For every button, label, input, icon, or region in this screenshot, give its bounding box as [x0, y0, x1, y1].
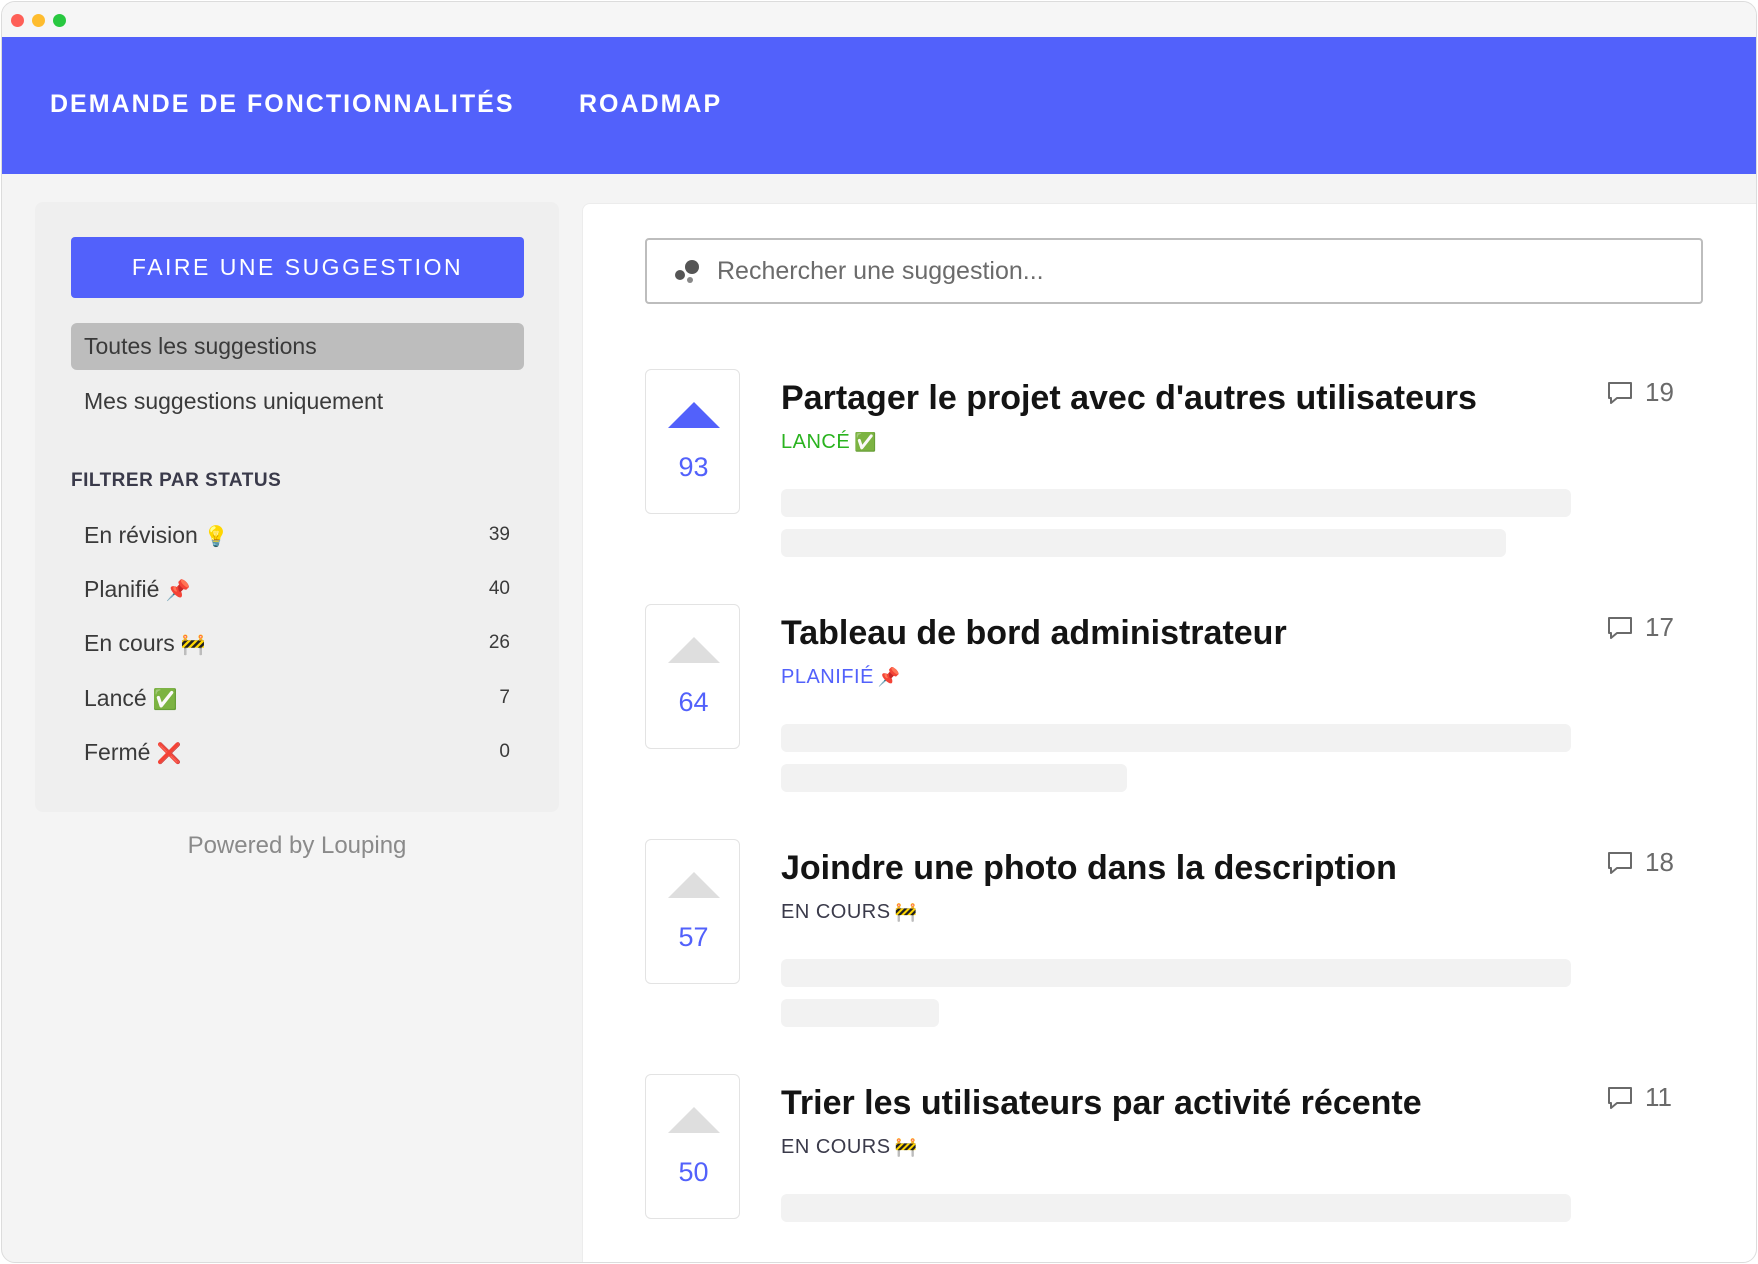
pushpin-icon: 📌 [165, 579, 191, 602]
cross-mark-icon: ❌ [156, 742, 182, 765]
upvote-button[interactable]: 64 [645, 604, 740, 749]
suggestion-card[interactable]: 93 Partager le projet avec d'autres util… [645, 369, 1745, 569]
search-icon [673, 256, 703, 286]
description-placeholder [781, 489, 1571, 517]
status-text: EN COURS [781, 1136, 891, 1158]
my-suggestions-item[interactable]: Mes suggestions uniquement [71, 378, 524, 425]
suggestion-card[interactable]: 50 Trier les utilisateurs par activité r… [645, 1074, 1745, 1262]
comment-icon [1608, 851, 1632, 874]
status-badge: EN COURS 🚧 [781, 1136, 918, 1159]
status-badge: LANCÉ ✅ [781, 431, 877, 454]
description-placeholder [781, 764, 1127, 792]
comment-count-value: 18 [1645, 847, 1674, 877]
construction-icon: 🚧 [894, 1137, 918, 1157]
status-count: 39 [488, 524, 510, 545]
status-count: 26 [488, 632, 510, 653]
suggestion-title[interactable]: Tableau de bord administrateur [781, 614, 1287, 653]
description-placeholder [781, 959, 1571, 987]
check-mark-icon: ✅ [854, 432, 878, 452]
description-placeholder [781, 724, 1571, 752]
status-filter-in-review[interactable]: En révision 💡 39 [84, 515, 510, 555]
status-filter-in-progress[interactable]: En cours 🚧 26 [84, 623, 510, 663]
vote-count: 50 [678, 1157, 709, 1187]
status-text: LANCÉ [781, 431, 851, 453]
check-mark-icon: ✅ [152, 688, 178, 711]
status-label: Fermé [84, 738, 151, 765]
status-badge: PLANIFIÉ 📌 [781, 666, 901, 689]
filter-by-status-heading: FILTRER PAR STATUS [71, 470, 282, 491]
comment-icon [1608, 381, 1632, 404]
search-input[interactable] [715, 255, 1619, 287]
nav-roadmap[interactable]: ROADMAP [579, 90, 722, 119]
upvote-button[interactable]: 57 [645, 839, 740, 984]
comment-count[interactable]: 19 [1607, 377, 1674, 408]
maximize-window-button[interactable] [53, 14, 66, 27]
comment-count-value: 17 [1645, 612, 1674, 642]
search-box[interactable] [645, 238, 1703, 304]
upvote-arrow-icon [668, 872, 720, 898]
sidebar: FAIRE UNE SUGGESTION Toutes les suggesti… [35, 202, 559, 812]
app-window: DEMANDE DE FONCTIONNALITÉS ROADMAP FAIRE… [1, 1, 1757, 1263]
suggestion-card[interactable]: 57 Joindre une photo dans la description… [645, 839, 1745, 1039]
status-filter-launched[interactable]: Lancé ✅ 7 [84, 678, 510, 718]
status-text: PLANIFIÉ [781, 666, 874, 688]
upvote-arrow-icon [668, 402, 720, 428]
suggestion-title[interactable]: Partager le projet avec d'autres utilisa… [781, 379, 1477, 418]
pushpin-icon: 📌 [877, 667, 901, 687]
status-text: EN COURS [781, 901, 891, 923]
suggestions-panel: 93 Partager le projet avec d'autres util… [582, 203, 1756, 1262]
all-suggestions-item[interactable]: Toutes les suggestions [71, 323, 524, 370]
status-label: Lancé [84, 684, 147, 711]
vote-count: 93 [678, 452, 709, 482]
upvote-arrow-icon [668, 637, 720, 663]
description-placeholder [781, 999, 939, 1027]
description-placeholder [781, 1194, 1571, 1222]
comment-count-value: 11 [1645, 1082, 1672, 1112]
status-count: 40 [488, 578, 510, 599]
status-filter-planned[interactable]: Planifié 📌 40 [84, 569, 510, 609]
construction-icon: 🚧 [894, 902, 918, 922]
comment-icon [1608, 1086, 1632, 1109]
upvote-button[interactable]: 93 [645, 369, 740, 514]
close-window-button[interactable] [11, 14, 24, 27]
status-label: En cours [84, 629, 175, 656]
status-filter-closed[interactable]: Fermé ❌ 0 [84, 732, 510, 772]
construction-icon: 🚧 [180, 633, 206, 656]
comment-count[interactable]: 11 [1607, 1082, 1672, 1113]
status-count: 7 [499, 687, 510, 708]
suggestion-card[interactable]: 64 Tableau de bord administrateur PLANIF… [645, 604, 1745, 804]
comment-count[interactable]: 17 [1607, 612, 1674, 643]
comment-count[interactable]: 18 [1607, 847, 1674, 878]
vote-count: 64 [678, 687, 709, 717]
nav-feature-requests[interactable]: DEMANDE DE FONCTIONNALITÉS [50, 90, 515, 119]
upvote-arrow-icon [668, 1107, 720, 1133]
status-label: Planifié [84, 575, 160, 602]
description-placeholder [781, 529, 1506, 557]
status-count: 0 [499, 741, 510, 762]
powered-by-footer[interactable]: Powered by Louping [35, 832, 559, 860]
suggestion-title[interactable]: Joindre une photo dans la description [781, 849, 1397, 888]
vote-count: 57 [678, 922, 709, 952]
make-suggestion-button[interactable]: FAIRE UNE SUGGESTION [71, 237, 524, 298]
minimize-window-button[interactable] [32, 14, 45, 27]
status-label: En révision [84, 521, 198, 548]
status-badge: EN COURS 🚧 [781, 901, 918, 924]
top-nav: DEMANDE DE FONCTIONNALITÉS ROADMAP [2, 37, 1756, 174]
suggestion-title[interactable]: Trier les utilisateurs par activité réce… [781, 1084, 1422, 1123]
comment-count-value: 19 [1645, 377, 1674, 407]
title-bar [2, 2, 1756, 37]
upvote-button[interactable]: 50 [645, 1074, 740, 1219]
comment-icon [1608, 616, 1632, 639]
lightbulb-icon: 💡 [203, 525, 229, 548]
